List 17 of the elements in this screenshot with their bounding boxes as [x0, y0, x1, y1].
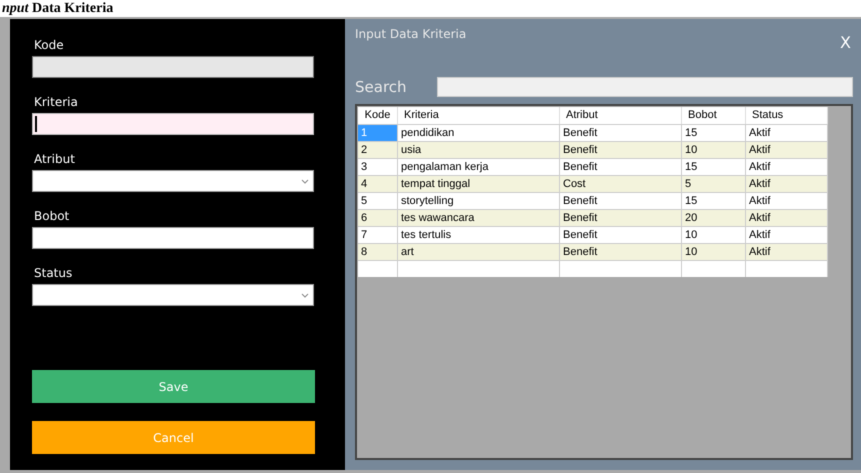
field-label: Bobot [34, 208, 70, 224]
caption: nput Data Kriteria [2, 0, 114, 16]
table-cell: 1 [358, 125, 398, 141]
field-label: Status [34, 265, 74, 281]
field-label: Kode [34, 37, 65, 53]
chevron-down-icon [301, 178, 309, 184]
search-field[interactable] [437, 77, 853, 97]
input-field[interactable] [32, 113, 314, 135]
chevron-down-icon [301, 292, 309, 298]
dropdown[interactable] [32, 284, 314, 306]
dropdown[interactable] [32, 170, 314, 192]
field-label: Kriteria [34, 94, 79, 110]
search-label: Search [355, 76, 408, 98]
window-title: Input Data Kriteria [355, 26, 466, 43]
close-button[interactable]: X [840, 31, 851, 55]
field-label: Atribut [34, 151, 76, 167]
input-field[interactable] [32, 227, 314, 249]
